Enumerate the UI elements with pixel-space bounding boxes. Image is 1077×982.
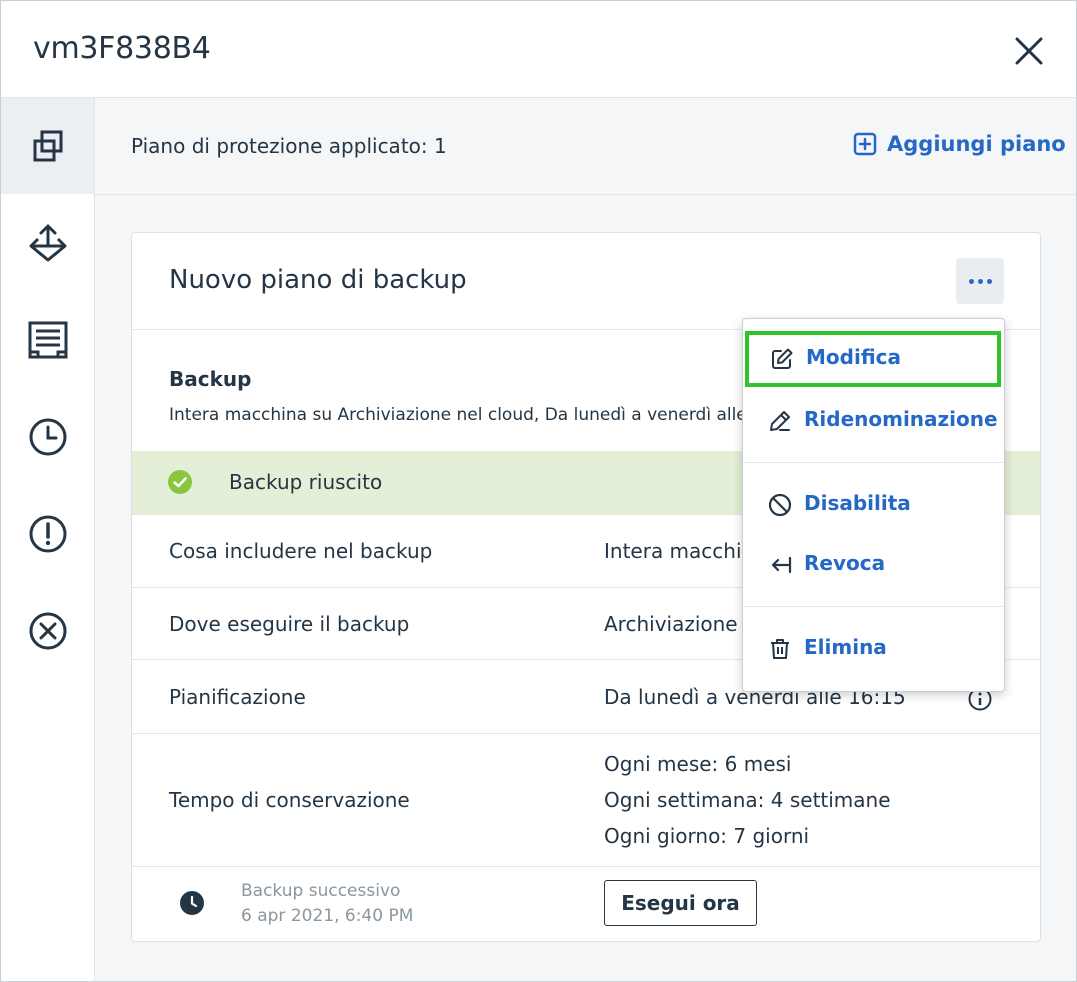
menu-item-revoke-label: Revoca — [804, 551, 886, 575]
sidebar — [1, 98, 95, 981]
alert-icon — [29, 515, 66, 553]
menu-item-disable-label: Disabilita — [804, 491, 911, 515]
close-icon — [1015, 37, 1043, 65]
more-icon — [968, 278, 974, 284]
applied-plans-count: Piano di protezione applicato: 1 — [131, 134, 447, 158]
sidebar-item-protection[interactable] — [1, 98, 94, 194]
what-label: Cosa includere nel backup — [169, 539, 433, 563]
clock-icon — [180, 891, 204, 915]
section-description: Intera macchina su Archiviazione nel clo… — [169, 405, 763, 425]
what-value: Intera macchin — [604, 539, 755, 563]
menu-item-edit[interactable]: Modifica — [745, 331, 1001, 387]
where-value: Archiviazione — [604, 612, 738, 636]
more-icon-dot — [986, 278, 992, 284]
menu-item-rename[interactable]: Ridenominazione — [743, 393, 1004, 449]
menu-item-revoke[interactable]: Revoca — [743, 537, 1004, 593]
history-icon — [29, 418, 66, 456]
revoke-arrow-icon — [771, 556, 792, 574]
actions-menu: Modifica Ridenominazione Disabilita Revo… — [742, 318, 1005, 692]
plan-title: Nuovo piano di backup — [169, 265, 467, 295]
copy-icon — [33, 130, 62, 162]
panel-title: vm3F838B4 — [33, 31, 211, 66]
retention-daily: Ogni giorno: 7 giorni — [604, 824, 810, 848]
sidebar-item-recovery[interactable] — [1, 195, 94, 291]
recovery-icon — [29, 224, 66, 262]
divider — [132, 733, 1040, 734]
panel-header: vm3F838B4 — [1, 1, 1076, 98]
plans-toolbar: Piano di protezione applicato: 1 Aggiung… — [95, 98, 1076, 195]
sidebar-item-history[interactable] — [1, 389, 94, 485]
retention-weekly: Ogni settimana: 4 settimane — [604, 788, 891, 812]
sidebar-item-alerts[interactable] — [1, 486, 94, 582]
pencil-icon — [770, 411, 790, 431]
add-plan-button[interactable]: Aggiungi piano — [853, 132, 1066, 156]
retention-monthly: Ogni mese: 6 mesi — [604, 752, 792, 776]
retention-label: Tempo di conservazione — [169, 788, 410, 812]
check-circle-icon — [168, 470, 192, 494]
menu-divider — [743, 462, 1004, 463]
menu-item-disable[interactable]: Disabilita — [743, 477, 1004, 533]
menu-item-delete[interactable]: Elimina — [743, 621, 1004, 677]
add-square-icon — [853, 132, 877, 156]
run-now-button[interactable]: Esegui ora — [604, 880, 757, 926]
close-button[interactable] — [1011, 33, 1047, 69]
menu-divider — [743, 606, 1004, 607]
next-backup-label: Backup successivo — [241, 881, 401, 901]
status-text: Backup riuscito — [229, 470, 383, 494]
menu-item-rename-label: Ridenominazione — [804, 407, 998, 431]
section-title: Backup — [169, 367, 252, 391]
sidebar-item-cancel[interactable] — [1, 583, 94, 679]
where-label: Dove eseguire il backup — [169, 612, 410, 636]
more-icon-dot — [977, 278, 983, 284]
menu-item-edit-label: Modifica — [806, 345, 901, 369]
trash-icon — [771, 639, 789, 659]
more-actions-button[interactable] — [956, 258, 1004, 304]
add-plan-label: Aggiungi piano — [887, 132, 1066, 156]
next-backup-date: 6 apr 2021, 6:40 PM — [241, 906, 414, 926]
cancel-icon — [29, 612, 66, 650]
divider — [132, 866, 1040, 867]
schedule-label: Pianificazione — [169, 685, 306, 709]
sidebar-item-activities[interactable] — [1, 292, 94, 388]
edit-icon — [772, 348, 793, 369]
disable-icon — [768, 493, 792, 517]
activities-icon — [28, 321, 67, 359]
menu-item-delete-label: Elimina — [804, 635, 887, 659]
device-details-panel: vm3F838B4 Piano di protezione applicato:… — [0, 0, 1077, 982]
